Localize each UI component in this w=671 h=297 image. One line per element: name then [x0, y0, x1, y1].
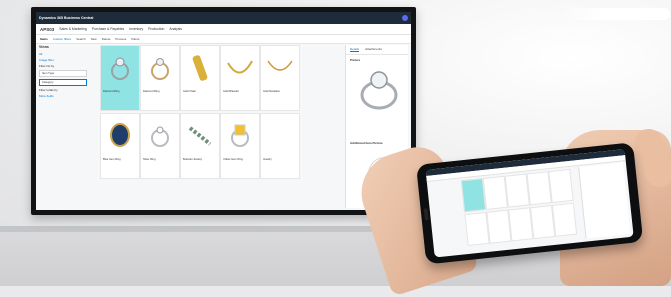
gem-ring-icon — [223, 116, 257, 156]
ring-icon — [143, 48, 177, 88]
item-name: Diamond Ring — [143, 90, 160, 93]
view-all[interactable]: All — [39, 52, 97, 56]
item-name: Diamond Ring — [103, 90, 120, 93]
placeholder-icon — [263, 116, 297, 156]
menu-item-sales[interactable]: Sales & Marketing — [59, 27, 87, 31]
item-name: Yellow Gem Ring — [223, 158, 243, 161]
item-tile[interactable]: Gold Necklace — [260, 45, 300, 111]
item-tile[interactable]: Gold Bracelet — [220, 45, 260, 111]
filters-button[interactable]: Filters — [131, 37, 139, 41]
tv-screen: Dynamics 365 Business Central APS03 Sale… — [36, 12, 411, 210]
item-name: Gold Chain — [183, 90, 196, 93]
filter-list-label: Filter list by — [39, 64, 55, 68]
details-tabs: Details Attachments — [346, 45, 408, 55]
item-tile[interactable]: Yellow Gem Ring — [220, 113, 260, 179]
company-name: APS03 — [40, 26, 55, 32]
phone-details-pane — [578, 162, 631, 239]
views-heading: Views — [39, 45, 49, 49]
menu-item-inventory[interactable]: Inventory — [129, 27, 143, 31]
picture-label: Picture — [350, 58, 361, 62]
item-gallery: Diamond Ring Diamond Ring Gold Chain Gol… — [100, 45, 342, 208]
tab-attachments[interactable]: Attachments — [365, 47, 382, 52]
bracelet-icon — [183, 116, 217, 156]
television: Dynamics 365 Business Central APS03 Sale… — [31, 7, 416, 215]
content-area: Views All Image filter Filter list by It… — [36, 43, 411, 210]
item-name: Silver Ring — [143, 158, 156, 161]
item-tile[interactable]: Diamond Ring — [140, 45, 180, 111]
company-bar: APS03 Sales & Marketing Purchase & Payab… — [36, 24, 411, 35]
menu-item-purchase[interactable]: Purchase & Payables — [92, 27, 124, 31]
item-tile[interactable]: Gold Chain — [180, 45, 220, 111]
phone-item-tile[interactable] — [548, 168, 574, 204]
item-type-field[interactable]: Item Type — [39, 70, 87, 77]
ceiling-light — [560, 8, 670, 20]
item-tile[interactable]: Bracelet Jewelry — [180, 113, 220, 179]
item-tile[interactable]: Silver Ring — [140, 113, 180, 179]
tab-items[interactable]: Items — [40, 37, 48, 41]
process-button[interactable]: Process — [115, 37, 126, 41]
ring-icon — [143, 116, 177, 156]
menu-item-analysis[interactable]: Analysis — [169, 27, 182, 31]
bracelet-icon — [223, 48, 257, 88]
views-pane: Views All Image filter Filter list by It… — [39, 45, 97, 208]
user-avatar[interactable] — [402, 15, 408, 21]
chain-icon — [183, 48, 217, 88]
item-name: Jewelry — [263, 158, 272, 161]
additional-picture-label: Additional Item Picture — [350, 141, 383, 145]
necklace-icon — [263, 48, 297, 88]
search-button[interactable]: Search — [76, 37, 86, 41]
phone-camera — [423, 208, 429, 221]
category-field[interactable]: Category — [39, 79, 87, 86]
item-name: Gold Bracelet — [223, 90, 239, 93]
tab-custom-filters[interactable]: Custom filters — [53, 37, 71, 41]
item-tile[interactable]: Jewelry — [260, 113, 300, 179]
ring-picture — [352, 65, 406, 115]
item-tile[interactable]: Blue Gem Ring — [100, 113, 140, 179]
gem-ring-icon — [103, 116, 137, 156]
new-button[interactable]: New — [91, 37, 97, 41]
more-fields-link[interactable]: More fields — [39, 94, 97, 98]
tab-details[interactable]: Details — [350, 47, 360, 52]
phone-item-tile[interactable] — [551, 202, 578, 237]
item-tile[interactable]: Diamond Ring — [100, 45, 140, 111]
app-top-bar: Dynamics 365 Business Central — [36, 12, 411, 24]
phone-screen — [425, 149, 634, 258]
app-title: Dynamics 365 Business Central — [39, 16, 94, 20]
item-name: Blue Gem Ring — [103, 158, 121, 161]
delete-button[interactable]: Delete — [102, 37, 111, 41]
view-image-filter[interactable]: Image filter — [39, 58, 97, 62]
ring-icon — [103, 48, 137, 88]
item-name: Bracelet Jewelry — [183, 158, 203, 161]
item-name: Gold Necklace — [263, 90, 280, 93]
filter-totals-label: Filter totals by — [39, 88, 58, 92]
menu-item-production[interactable]: Production — [148, 27, 164, 31]
